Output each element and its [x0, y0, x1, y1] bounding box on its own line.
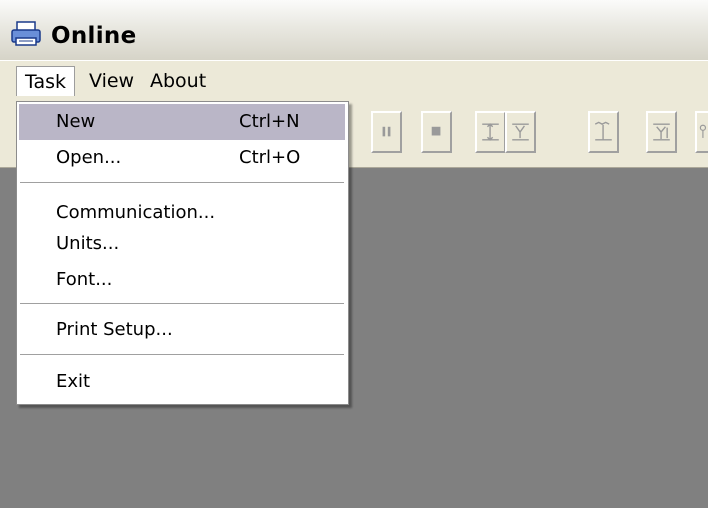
menu-item-font-label: Font... [56, 269, 113, 290]
x-range-button[interactable] [475, 111, 506, 153]
menu-bar: Task View About [0, 60, 708, 101]
y-range-alt-icon [653, 123, 670, 141]
task-dropdown-menu: New Ctrl+N Open... Ctrl+O Communication.… [16, 101, 349, 405]
menu-item-exit[interactable]: Exit [19, 364, 345, 400]
misc-icon [699, 124, 707, 138]
menu-item-print-setup-label: Print Setup... [56, 319, 173, 340]
window-title: Online [51, 23, 137, 49]
menu-separator [20, 182, 344, 184]
menu-separator [20, 354, 344, 356]
stop-button[interactable] [421, 111, 452, 153]
menu-item-new-shortcut: Ctrl+N [239, 111, 300, 132]
menu-item-units-label: Units... [56, 233, 120, 254]
x-range-alt-icon [594, 121, 612, 141]
menu-item-new-label: New [56, 111, 96, 132]
x-range-alt-button[interactable] [588, 111, 619, 153]
y-range-button[interactable] [505, 111, 536, 153]
title-bar[interactable]: Online [0, 0, 708, 60]
menu-item-font[interactable]: Font... [19, 262, 345, 298]
menu-item-exit-label: Exit [56, 371, 91, 392]
menu-item-open-shortcut: Ctrl+O [239, 147, 301, 168]
y-range-icon [512, 123, 529, 141]
y-range-alt-button[interactable] [646, 111, 677, 153]
pause-button[interactable] [371, 111, 402, 153]
menu-item-units[interactable]: Units... [19, 226, 345, 262]
menu-separator [20, 303, 344, 305]
menu-item-open[interactable]: Open... Ctrl+O [19, 140, 345, 176]
pause-icon [382, 126, 391, 137]
x-range-icon [482, 123, 499, 141]
stop-icon [431, 126, 441, 136]
menu-task[interactable]: Task [16, 66, 76, 96]
menu-about[interactable]: About [142, 66, 214, 96]
printer-icon [11, 21, 41, 46]
menu-view[interactable]: View [81, 66, 142, 96]
menu-item-open-label: Open... [56, 147, 122, 168]
menu-item-print-setup[interactable]: Print Setup... [19, 312, 345, 348]
misc-button[interactable] [695, 111, 708, 153]
menu-item-new[interactable]: New Ctrl+N [19, 104, 345, 140]
